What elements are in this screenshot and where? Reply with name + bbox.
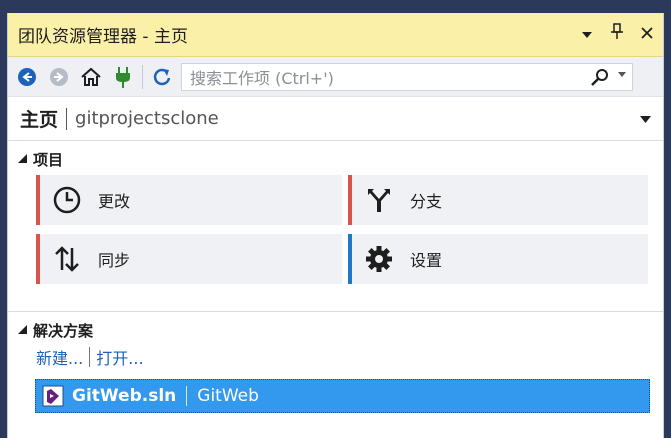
refresh-icon	[153, 68, 171, 85]
toolbar-separator	[142, 64, 143, 89]
team-explorer-panel: 团队资源管理器 - 主页 搜索工作项 (Ctrl+') 主页 gitprojec…	[7, 13, 664, 438]
search-options-dropdown[interactable]	[618, 71, 626, 81]
tile-sync[interactable]: 同步	[36, 234, 342, 284]
page-dropdown-button[interactable]	[640, 113, 651, 126]
new-solution-link[interactable]: 新建...	[36, 345, 83, 369]
collapse-triangle-icon	[18, 324, 27, 337]
link-separator	[89, 347, 91, 367]
back-button[interactable]	[14, 64, 40, 90]
solution-name: GitWeb.sln	[72, 386, 177, 406]
repository-name: gitprojectsclone	[75, 108, 219, 129]
solutions-section-header[interactable]: 解决方案	[18, 320, 93, 341]
window-dropdown-button[interactable]	[579, 24, 595, 44]
solution-separator	[186, 386, 188, 406]
tile-label: 更改	[98, 192, 131, 211]
connect-button[interactable]	[110, 64, 136, 90]
section-divider	[8, 311, 663, 312]
window-frame: 团队资源管理器 - 主页 搜索工作项 (Ctrl+') 主页 gitprojec…	[0, 0, 671, 438]
tile-label: 分支	[410, 192, 443, 211]
tile-accent	[36, 234, 40, 284]
solution-item[interactable]: GitWeb.sln GitWeb	[35, 379, 650, 413]
window-title: 团队资源管理器 - 主页	[18, 27, 188, 47]
solutions-heading: 解决方案	[33, 322, 94, 340]
pin-button[interactable]	[609, 23, 625, 44]
solution-project: GitWeb	[197, 386, 259, 406]
tile-settings[interactable]: 设置	[348, 234, 648, 284]
page-header: 主页 gitprojectsclone	[8, 97, 663, 141]
chevron-down-icon	[582, 31, 592, 38]
chevron-down-icon	[640, 116, 651, 123]
tile-accent	[348, 175, 352, 225]
search-icon[interactable]	[590, 67, 610, 91]
close-button[interactable]	[639, 24, 655, 44]
home-button[interactable]	[78, 64, 104, 90]
tile-branches[interactable]: 分支	[348, 175, 648, 225]
branch-icon	[362, 183, 396, 217]
forward-arrow-icon	[50, 67, 68, 86]
projects-heading: 项目	[33, 151, 64, 169]
tile-changes[interactable]: 更改	[36, 175, 342, 225]
forward-button[interactable]	[46, 64, 72, 90]
title-bar: 团队资源管理器 - 主页	[8, 13, 663, 57]
header-divider	[66, 107, 68, 130]
tile-label: 设置	[410, 251, 443, 270]
tile-accent	[36, 175, 40, 225]
sync-arrows-icon	[50, 242, 84, 276]
search-placeholder: 搜索工作项 (Ctrl+')	[190, 68, 334, 88]
projects-section-header[interactable]: 项目	[18, 149, 63, 170]
chevron-down-icon	[618, 71, 626, 77]
back-arrow-icon	[18, 67, 36, 86]
search-input[interactable]: 搜索工作项 (Ctrl+')	[181, 62, 633, 91]
tile-accent	[348, 234, 352, 284]
page-title: 主页	[20, 109, 59, 131]
open-solution-link[interactable]: 打开...	[96, 345, 143, 369]
title-buttons	[579, 23, 655, 44]
gear-icon	[362, 242, 396, 276]
clock-icon	[50, 183, 84, 217]
solution-links: 新建... 打开...	[36, 345, 144, 369]
tile-label: 同步	[98, 251, 131, 270]
plug-icon	[116, 66, 130, 88]
pin-icon	[611, 23, 623, 39]
close-icon	[641, 26, 653, 39]
visual-studio-solution-icon	[42, 385, 64, 407]
home-icon	[81, 67, 101, 86]
collapse-triangle-icon	[18, 153, 27, 166]
toolbar: 搜索工作项 (Ctrl+')	[8, 57, 663, 97]
refresh-button[interactable]	[149, 64, 175, 90]
